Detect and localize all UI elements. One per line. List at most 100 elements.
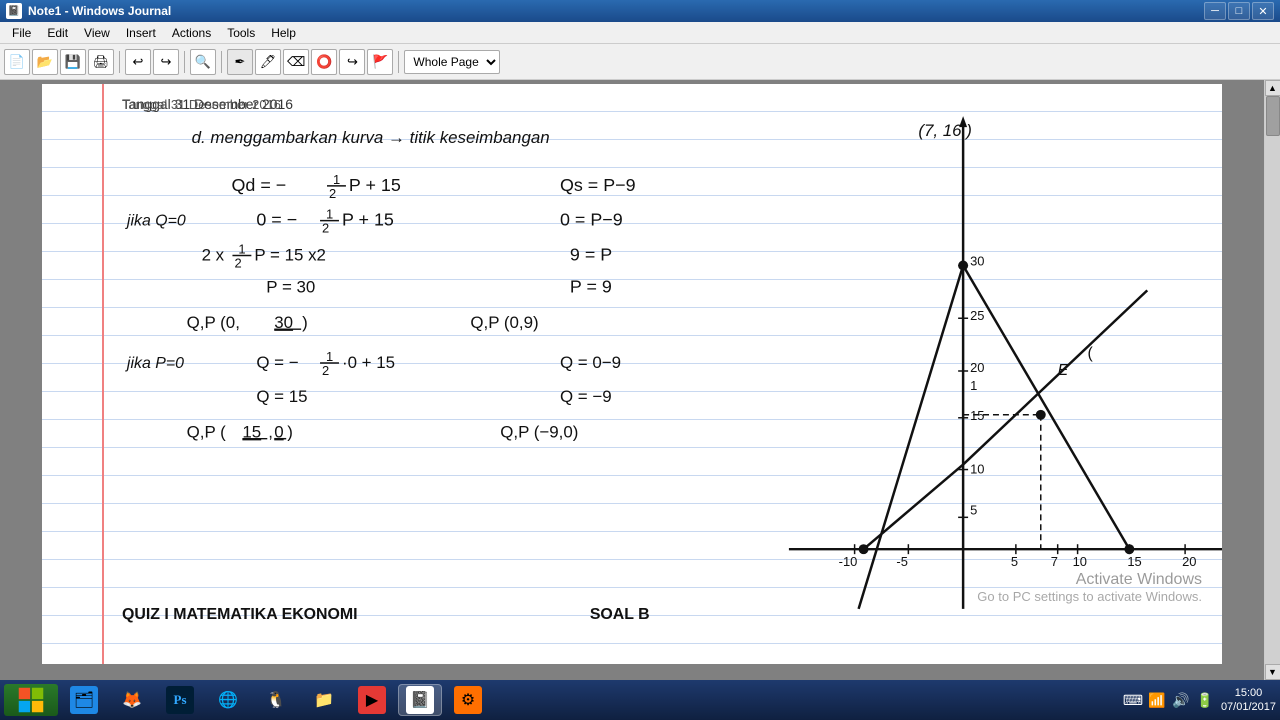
svg-text:1: 1 — [326, 349, 333, 364]
separator-3 — [221, 51, 222, 73]
taskbar-app-folder[interactable]: 📁 — [302, 684, 346, 716]
journal-icon: 📓 — [406, 686, 434, 714]
title-bar: 📓 Note1 - Windows Journal ─ □ ✕ — [0, 0, 1280, 22]
taskbar: 🗂 🦊 Ps 🌐 🐧 📁 ▶ 📓 ⚙ ⌨ 📶 🔊 🔋 15:00 07/01/2… — [0, 680, 1280, 720]
document-page: Tanggal 31 Desember 2016 d. menggambarka… — [42, 84, 1222, 664]
svg-text:2 x: 2 x — [202, 246, 225, 265]
zoom-select[interactable]: Whole Page 50% 75% 100% 150% — [404, 50, 500, 74]
taskbar-app-explorer[interactable]: 🗂 — [62, 684, 106, 716]
new-button[interactable]: 📄 — [4, 49, 30, 75]
toolbar: 📄 📂 💾 🖨 ↩ ↪ 🔍 ✒ 🖊 ⌫ ⭕ ↪ 🚩 Whole Page 50%… — [0, 44, 1280, 80]
clock-time: 15:00 — [1221, 686, 1276, 700]
svg-text:Q,P (−9,0): Q,P (−9,0) — [500, 423, 578, 442]
taskbar-app-settings[interactable]: ⚙ — [446, 684, 490, 716]
window-title: Note1 - Windows Journal — [28, 4, 171, 18]
svg-text:-10: -10 — [839, 554, 858, 569]
margin-line — [102, 84, 104, 664]
svg-text:Q,P (0,: Q,P (0, — [187, 313, 240, 332]
search-button[interactable]: 🔍 — [190, 49, 216, 75]
svg-text:0 = −: 0 = − — [256, 210, 297, 230]
scrollbar-right[interactable]: ▲ ▼ — [1264, 80, 1280, 680]
taskbar-app-bird[interactable]: 🐧 — [254, 684, 298, 716]
separator-4 — [398, 51, 399, 73]
video-icon: ▶ — [358, 686, 386, 714]
menu-help[interactable]: Help — [263, 24, 304, 42]
svg-text:P + 15: P + 15 — [349, 175, 401, 195]
tray-keyboard[interactable]: ⌨ — [1123, 690, 1143, 710]
separator-1 — [119, 51, 120, 73]
tray-network[interactable]: 📶 — [1147, 690, 1167, 710]
maximize-button[interactable]: □ — [1228, 2, 1250, 20]
taskbar-app-firefox[interactable]: 🦊 — [110, 684, 154, 716]
open-button[interactable]: 📂 — [32, 49, 58, 75]
svg-text:2: 2 — [322, 221, 329, 236]
svg-text:): ) — [302, 313, 308, 332]
firefox-icon: 🦊 — [118, 686, 146, 714]
svg-text:10: 10 — [1073, 554, 1087, 569]
svg-text:1: 1 — [970, 378, 977, 393]
taskbar-app-video[interactable]: ▶ — [350, 684, 394, 716]
separator-2 — [184, 51, 185, 73]
explorer-icon: 🗂 — [70, 686, 98, 714]
scroll-track[interactable] — [1265, 96, 1280, 664]
tray-battery[interactable]: 🔋 — [1195, 690, 1215, 710]
taskbar-app-chrome[interactable]: 🌐 — [206, 684, 250, 716]
svg-text:0 = P−9: 0 = P−9 — [560, 210, 623, 230]
svg-text:30: 30 — [970, 253, 984, 268]
lasso-tool[interactable]: ⭕ — [311, 49, 337, 75]
save-button[interactable]: 💾 — [60, 49, 86, 75]
scroll-down-button[interactable]: ▼ — [1265, 664, 1280, 680]
clock-date: 07/01/2017 — [1221, 700, 1276, 714]
insert-tool[interactable]: ↪ — [339, 49, 365, 75]
svg-text:QUIZ I MATEMATIKA EKONOMI: QUIZ I MATEMATIKA EKONOMI — [122, 606, 358, 623]
svg-text:Tanggal 31 Desember 2016: Tanggal 31 Desember 2016 — [122, 97, 281, 112]
menu-view[interactable]: View — [76, 24, 118, 42]
app-icon: 📓 — [6, 3, 22, 19]
svg-text:2: 2 — [234, 255, 241, 270]
menu-edit[interactable]: Edit — [39, 24, 76, 42]
highlighter-tool[interactable]: 🖊 — [255, 49, 281, 75]
window-controls: ─ □ ✕ — [1204, 2, 1274, 20]
taskbar-app-photoshop[interactable]: Ps — [158, 684, 202, 716]
redo-button[interactable]: ↪ — [153, 49, 179, 75]
svg-text:-5: -5 — [896, 554, 908, 569]
svg-text:9 = P: 9 = P — [570, 245, 612, 265]
svg-text:): ) — [287, 423, 293, 442]
svg-text:jika P=0: jika P=0 — [125, 355, 184, 372]
svg-text:20: 20 — [970, 360, 984, 375]
svg-text:5: 5 — [970, 502, 977, 517]
menu-insert[interactable]: Insert — [118, 24, 164, 42]
start-button[interactable] — [4, 684, 58, 716]
menu-tools[interactable]: Tools — [219, 24, 263, 42]
svg-text:P + 15: P + 15 — [342, 210, 394, 230]
flag-tool[interactable]: 🚩 — [367, 49, 393, 75]
svg-text:Q,P (: Q,P ( — [187, 423, 227, 442]
svg-text:25: 25 — [970, 308, 984, 323]
tray-volume[interactable]: 🔊 — [1171, 690, 1191, 710]
close-button[interactable]: ✕ — [1252, 2, 1274, 20]
svg-text:(: ( — [1088, 345, 1094, 362]
svg-text:jika Q=0: jika Q=0 — [125, 213, 186, 230]
svg-text:1: 1 — [333, 172, 340, 187]
page-container: Tanggal 31 Desember 2016 d. menggambarka… — [0, 80, 1264, 680]
pen-tool[interactable]: ✒ — [227, 49, 253, 75]
eraser-tool[interactable]: ⌫ — [283, 49, 309, 75]
svg-text:SOAL B: SOAL B — [590, 606, 650, 623]
chrome-icon: 🌐 — [214, 686, 242, 714]
menu-actions[interactable]: Actions — [164, 24, 219, 42]
svg-text:Qd = −: Qd = − — [231, 175, 286, 195]
minimize-button[interactable]: ─ — [1204, 2, 1226, 20]
svg-text:1: 1 — [326, 207, 333, 222]
scroll-up-button[interactable]: ▲ — [1265, 80, 1280, 96]
print-button[interactable]: 🖨 — [88, 49, 114, 75]
menu-file[interactable]: File — [4, 24, 39, 42]
undo-button[interactable]: ↩ — [125, 49, 151, 75]
svg-text:P = 9: P = 9 — [570, 276, 612, 296]
scroll-thumb[interactable] — [1266, 96, 1280, 136]
system-tray: ⌨ 📶 🔊 🔋 15:00 07/01/2017 — [1123, 686, 1276, 715]
taskbar-app-journal[interactable]: 📓 — [398, 684, 442, 716]
svg-text:20: 20 — [1182, 554, 1196, 569]
system-clock: 15:00 07/01/2017 — [1221, 686, 1276, 715]
svg-text:Q,P (0,9): Q,P (0,9) — [470, 313, 538, 332]
tray-icons: ⌨ 📶 🔊 🔋 — [1123, 690, 1215, 710]
